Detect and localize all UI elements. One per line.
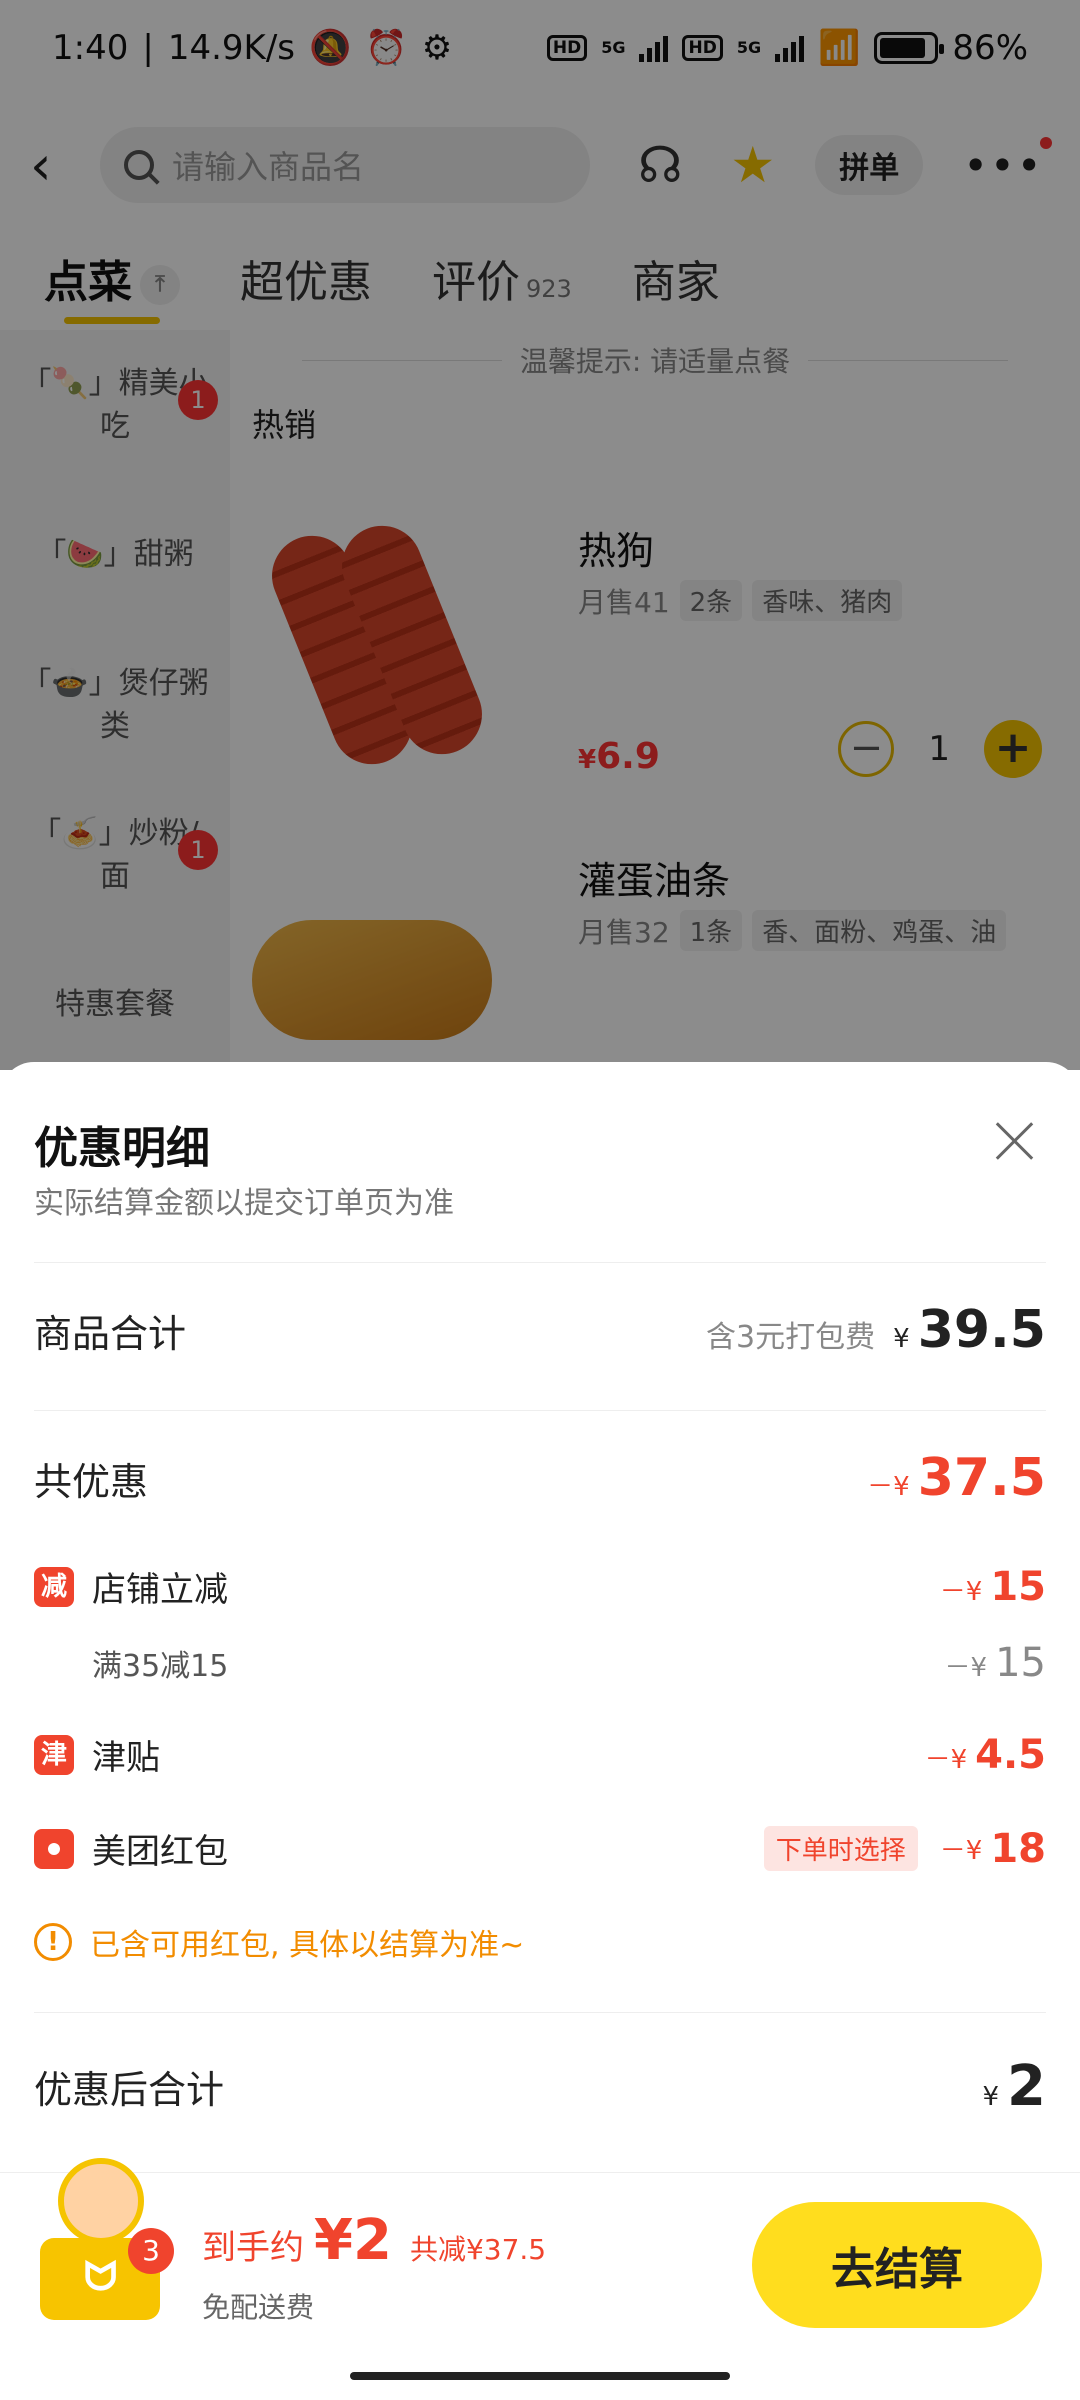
final-total-amount: 2	[1007, 2054, 1046, 2119]
divider	[34, 1410, 1046, 1411]
discount-total-row: 共优惠 －¥ 37.5	[34, 1448, 1046, 1508]
divider	[34, 1262, 1046, 1263]
discount-total-amount: 37.5	[917, 1448, 1046, 1508]
store-discount-label: 店铺立减	[92, 1570, 228, 1610]
red-packet-label: 美团红包	[92, 1832, 228, 1872]
red-envelope-icon	[34, 1828, 74, 1869]
store-rule-row: 满35减15 －¥ 15	[92, 1640, 1046, 1686]
store-rule-label: 满35减15	[92, 1649, 229, 1684]
pay-amount: ¥2	[314, 2208, 392, 2273]
sheet-title: 优惠明细	[34, 1123, 210, 1174]
modal-backdrop[interactable]	[0, 0, 1080, 1070]
delivery-fee-label: 免配送费	[202, 2291, 315, 2324]
final-total-label: 优惠后合计	[34, 2068, 225, 2112]
red-packet-warning: ! 已含可用红包, 具体以结算为准~	[34, 1920, 524, 1964]
checkout-button[interactable]: 去结算	[752, 2202, 1042, 2328]
red-packet-row[interactable]: 美团红包 下单时选择 －¥ 18	[34, 1824, 1046, 1873]
discount-icon: 减	[34, 1566, 74, 1607]
red-packet-amount: 18	[990, 1825, 1046, 1872]
pay-label: 到手约	[202, 2228, 304, 2268]
divider	[34, 2012, 1046, 2013]
pay-summary: 到手约 ¥2 共减¥37.5	[202, 2208, 546, 2273]
subsidy-label: 津贴	[92, 1738, 160, 1778]
goods-total-label: 商品合计	[34, 1311, 187, 1356]
goods-total-amount: 39.5	[917, 1300, 1046, 1360]
goods-total-row: 商品合计 含3元打包费 ¥ 39.5	[34, 1300, 1046, 1360]
saved-amount: 共减¥37.5	[409, 2233, 547, 2266]
home-indicator[interactable]	[350, 2372, 730, 2380]
subsidy-icon: 津	[34, 1734, 74, 1775]
subsidy-row: 津 津贴 －¥ 4.5	[34, 1730, 1046, 1779]
store-discount-row: 减 店铺立减 －¥ 15	[34, 1562, 1046, 1611]
discount-total-label: 共优惠	[34, 1459, 149, 1504]
sheet-subtitle: 实际结算金额以提交订单页为准	[34, 1186, 454, 1221]
packing-fee-note: 含3元打包费	[706, 1320, 876, 1355]
warning-text: 已含可用红包, 具体以结算为准~	[90, 1928, 525, 1963]
close-icon[interactable]	[994, 1120, 1036, 1162]
store-rule-amount: 15	[995, 1640, 1046, 1686]
cart-count-badge: 3	[128, 2228, 174, 2274]
select-at-order-badge[interactable]: 下单时选择	[763, 1826, 918, 1871]
subsidy-amount: 4.5	[975, 1731, 1046, 1778]
final-total-row: 优惠后合计 ¥ 2	[34, 2054, 1046, 2119]
warning-icon: !	[34, 1923, 72, 1961]
store-discount-amount: 15	[990, 1563, 1046, 1610]
